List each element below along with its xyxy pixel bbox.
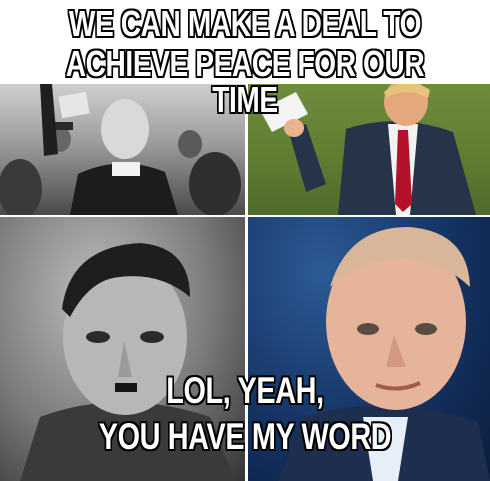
figure-collar [112,162,140,176]
crowd-head [0,159,42,215]
bottom-caption-line-1: LOL, YEAH, [166,370,324,411]
left-eye [86,331,110,343]
meme-image: WE CAN MAKE A DEAL TO ACHIEVE PEACE FOR … [0,0,490,481]
top-caption-line-2: ACHIEVE PEACE FOR OUR TIME [65,43,425,120]
right-eye [415,323,437,335]
right-eye [140,331,164,343]
top-caption-line-1: WE CAN MAKE A DEAL TO [68,3,422,44]
crowd-head [178,130,202,158]
bottom-caption-line-2: YOU HAVE MY WORD [98,416,392,457]
left-eye [357,323,379,335]
crowd-head [189,152,241,215]
hand [284,119,304,137]
